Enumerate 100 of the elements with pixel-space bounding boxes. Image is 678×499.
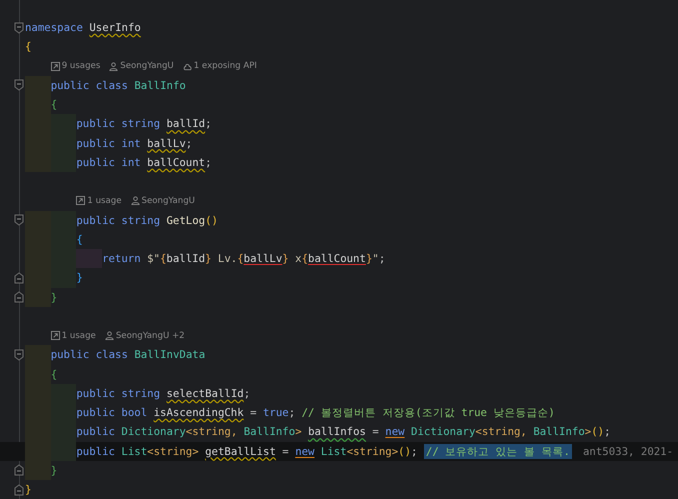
punctuation: ; [378,252,386,266]
type-name: BallInvData [134,348,206,362]
punctuation: ; [205,156,212,169]
person-icon [109,62,118,71]
bracket: { [25,40,32,54]
punctuation: ; [411,444,418,458]
fold-icon[interactable] [14,79,24,92]
method-name: GetLog [166,214,206,227]
identifier: selectBallId [166,386,244,400]
identifier: ballInfos [308,425,366,438]
fold-icon[interactable] [14,214,24,226]
punctuation: ; [205,117,212,130]
type-argument: <string> [346,444,398,458]
punctuation: ; [288,406,296,420]
fold-icon[interactable] [14,272,24,284]
fold-icon[interactable] [14,22,24,34]
code-vision-hint[interactable]: SeongYangU [142,196,195,206]
string-literal: " [372,252,379,266]
string-literal: x [294,252,302,266]
type-name: BallInfo [134,78,186,92]
usages-icon [50,62,60,71]
usages-icon [76,196,86,206]
identifier: ballLv [244,252,282,266]
type-name: List [121,444,148,458]
selected-comment: // 보유하고 있는 볼 목록. [424,444,572,459]
code-vision-hint[interactable]: 9 usages [62,61,100,72]
type-argument: > [584,425,592,438]
type-name: BallInfo [244,425,296,438]
fold-icon[interactable] [14,484,24,496]
identifier: UserInfo [89,21,141,34]
keyword: new [385,425,405,438]
keyword: true [263,406,289,420]
bracket: { [50,368,58,381]
bracket: } [25,483,32,496]
usages-icon [50,331,60,340]
keyword: namespace [25,21,84,34]
string-literal: Lv. [216,252,238,266]
identifier: ballId [166,117,206,130]
keyword: public string [76,386,162,400]
punctuation: = [281,444,290,458]
punctuation: = [249,406,258,420]
keyword: public string [76,117,162,130]
code-vision-hint[interactable]: SeongYangU +2 [116,330,185,341]
interpolation-brace: } [282,252,289,266]
keyword: public class [50,348,129,362]
cloud-icon [182,62,192,71]
indent-highlight [25,76,51,95]
bracket: () [205,214,218,227]
type-name: List [320,444,347,458]
type-argument: > [295,425,303,438]
type-name: BallInfo [533,425,585,438]
bracket: { [50,98,58,112]
person-icon [130,196,140,206]
punctuation: ; [604,425,611,438]
fold-icon[interactable] [14,464,24,476]
keyword: public string [76,214,162,227]
type-argument: <string> [147,444,200,458]
keyword: public [76,444,116,458]
indent-highlight [25,422,76,442]
keyword: public int [76,136,142,150]
bracket: () [398,444,412,458]
fold-icon[interactable] [14,348,24,361]
punctuation: ; [244,386,250,400]
type-name: Dictionary [121,425,186,438]
type-argument: <string, [475,425,528,438]
keyword: return [102,252,142,266]
identifier: getBallList [205,444,276,458]
inline-blame: ant5033, 2021- [582,444,674,458]
identifier: isAscendingChk [154,406,244,420]
interpolation-brace: } [205,252,212,266]
bracket: } [50,464,58,477]
fold-icon[interactable] [14,291,24,304]
code-vision-hint[interactable]: 1 usage [62,330,96,341]
identifier: ballCount [308,252,366,266]
interpolation-brace: { [160,252,166,266]
keyword: public [76,425,116,438]
person-icon [104,331,114,340]
type-name: Dictionary [410,425,476,438]
type-argument: <string, [186,425,238,438]
indent-highlight [25,345,51,364]
bracket: () [591,425,604,438]
code-vision-hint[interactable]: 1 usage [87,196,122,206]
identifier: ballCount [147,156,206,169]
code-vision-hint[interactable]: SeongYangU [120,61,174,72]
bracket: { [76,232,83,246]
keyword: public bool [76,406,148,420]
string-literal: $" [147,252,160,266]
keyword: public int [76,156,142,169]
punctuation: = [371,425,380,438]
punctuation: ; [186,136,192,150]
interpolation-brace: { [302,252,308,266]
identifier: ballId [166,252,206,266]
code-vision-hint[interactable]: 1 exposing API [194,61,257,72]
bracket: } [76,271,83,284]
bracket: } [50,290,58,304]
indent-highlight [25,210,76,230]
interpolation-brace: { [237,252,244,266]
code-comment: // 볼정렬버튼 저장용(조기값 true 낮은등급순) [302,406,555,420]
keyword: public class [50,78,129,92]
identifier: ballLv [147,136,186,150]
